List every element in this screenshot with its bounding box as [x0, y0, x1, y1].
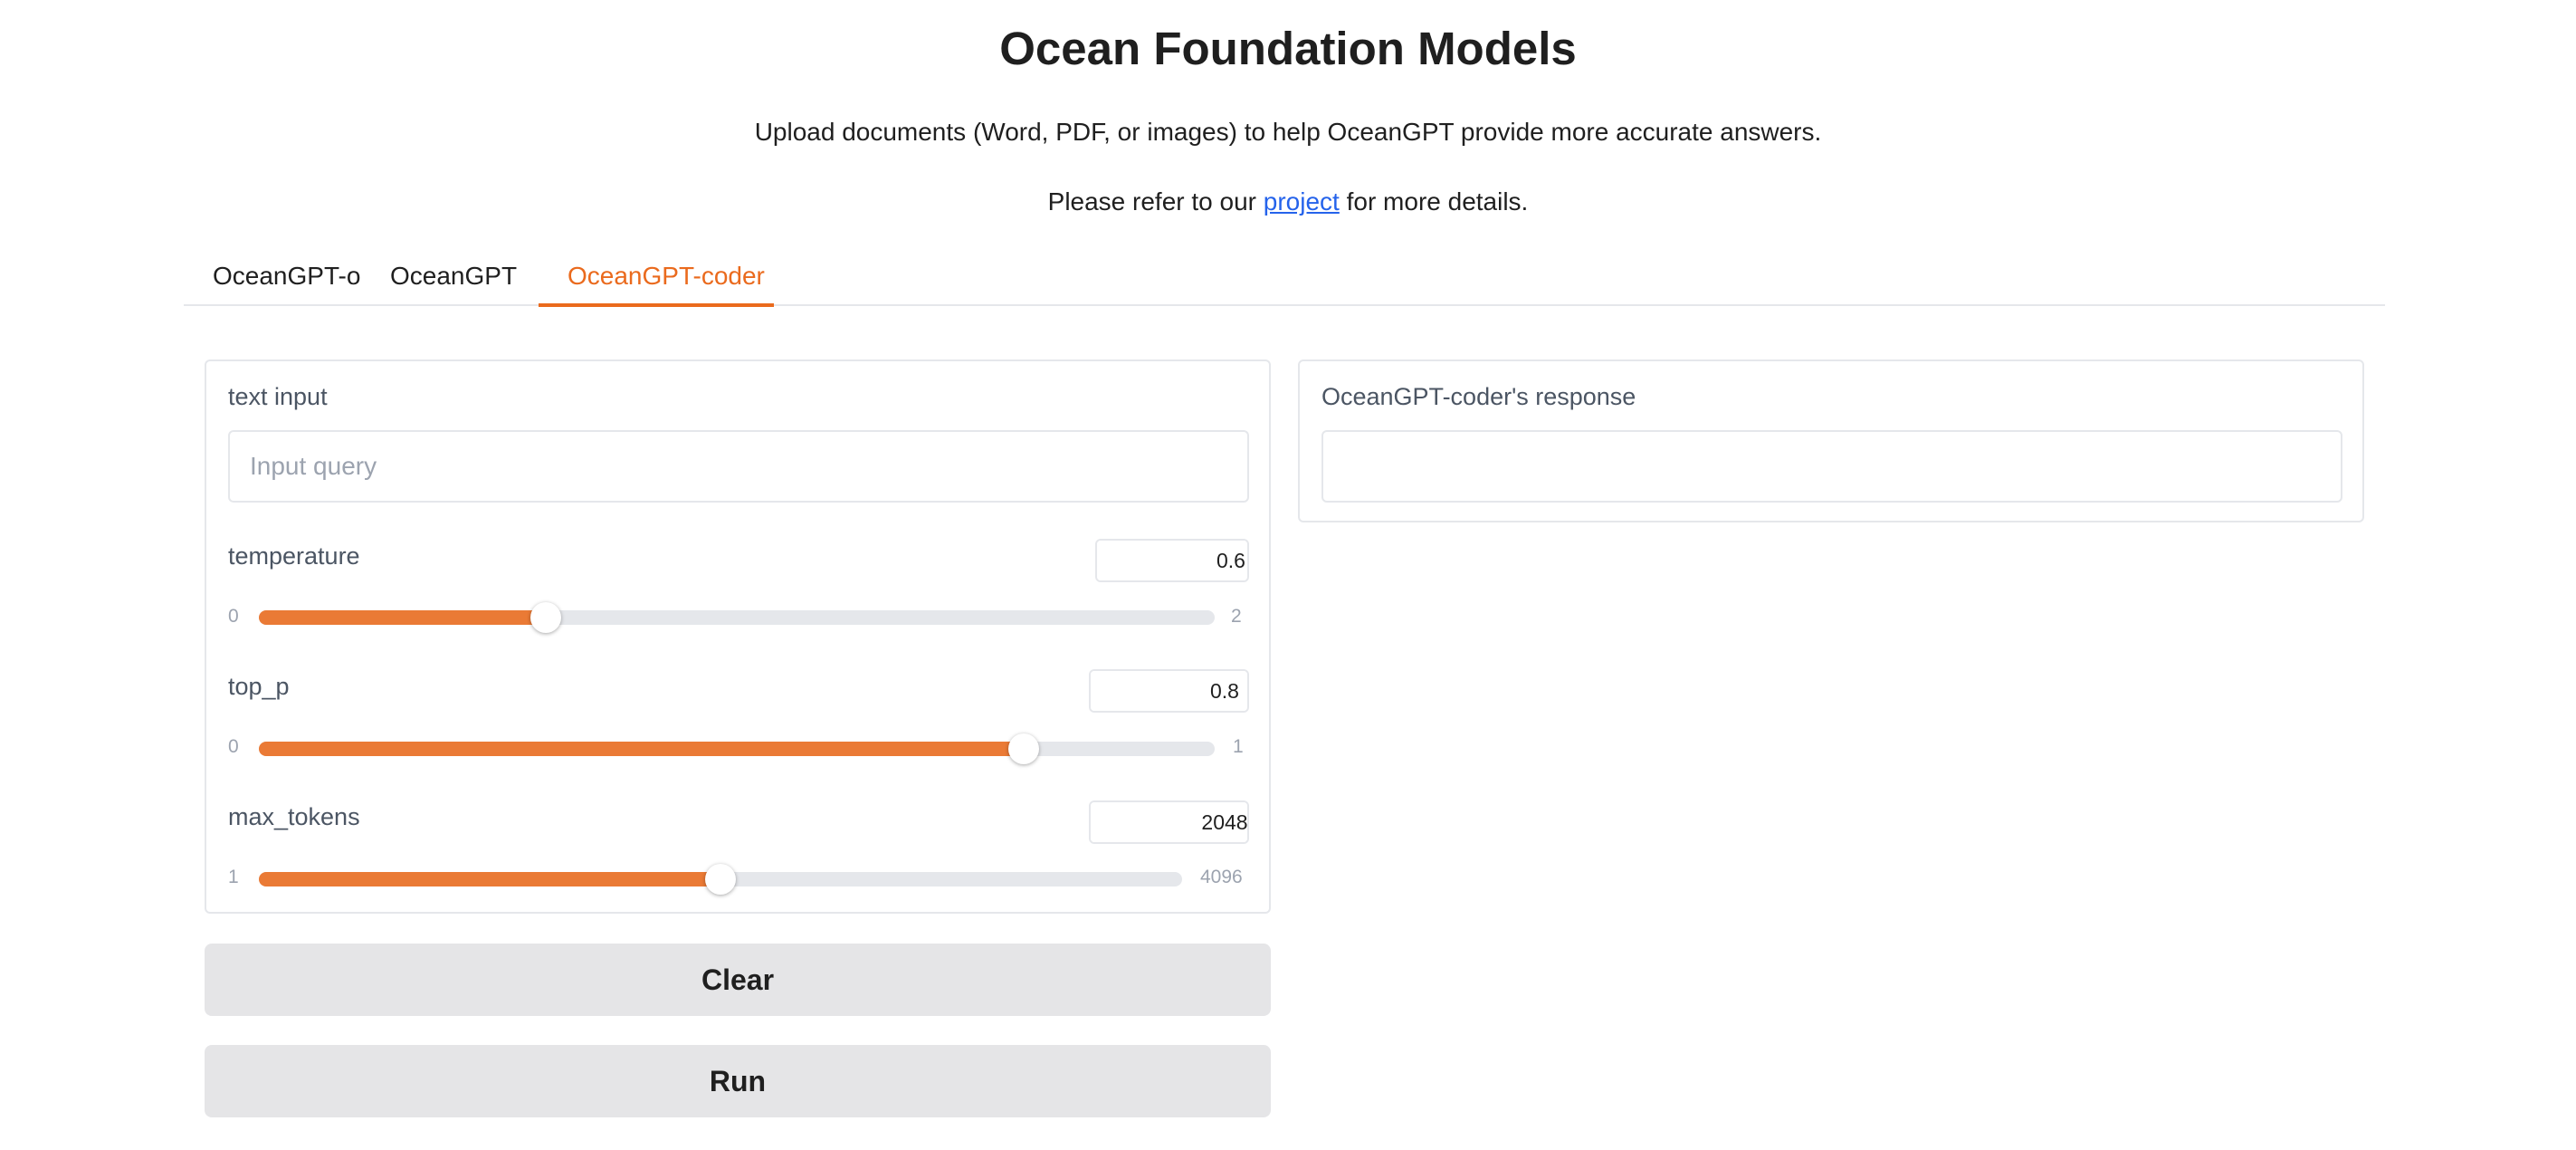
temperature-slider-thumb[interactable] — [530, 602, 561, 633]
tab-oceangpt-o[interactable]: OceanGPT-o — [184, 244, 389, 304]
top-p-label: top_p — [228, 673, 290, 700]
tab-oceangpt[interactable]: OceanGPT — [361, 244, 546, 304]
max-tokens-slider-thumb[interactable] — [705, 864, 736, 895]
temperature-slider-fill — [259, 610, 546, 625]
input-panel: text input temperature 0 2 top_p 0 — [205, 359, 1271, 914]
project-link[interactable]: project — [1264, 187, 1340, 216]
max-tokens-number-input[interactable] — [1091, 802, 1247, 842]
top-p-min-label: 0 — [228, 736, 239, 757]
response-output[interactable] — [1321, 430, 2342, 503]
temperature-number-input[interactable] — [1097, 541, 1247, 580]
temperature-number-group — [1095, 539, 1249, 582]
app-root: Ocean Foundation Models Upload documents… — [0, 0, 2576, 1150]
top-p-max-label: 1 — [1233, 736, 1244, 757]
temperature-min-label: 0 — [228, 606, 239, 627]
top-p-slider-fill — [259, 742, 1024, 756]
refer-prefix: Please refer to our — [1047, 187, 1264, 216]
temperature-max-label: 2 — [1231, 606, 1242, 627]
max-tokens-slider-fill — [259, 872, 720, 886]
page-title: Ocean Foundation Models — [999, 23, 1577, 74]
temperature-slider[interactable] — [259, 602, 1215, 633]
max-tokens-number-group — [1089, 800, 1249, 844]
query-input[interactable] — [228, 430, 1249, 503]
max-tokens-min-label: 1 — [228, 867, 239, 887]
top-p-slider[interactable] — [259, 733, 1215, 764]
temperature-label: temperature — [228, 542, 360, 570]
top-p-number-input[interactable] — [1091, 671, 1247, 711]
output-panel: OceanGPT-coder's response — [1298, 359, 2364, 522]
text-input-label: text input — [228, 383, 328, 410]
project-reference-text: Please refer to our project for more det… — [0, 187, 2576, 216]
max-tokens-slider[interactable] — [259, 864, 1182, 895]
upload-hint-text: Upload documents (Word, PDF, or images) … — [754, 118, 1822, 146]
top-p-number-group — [1089, 669, 1249, 713]
response-label: OceanGPT-coder's response — [1321, 383, 1636, 410]
top-p-slider-thumb[interactable] — [1007, 733, 1039, 764]
max-tokens-max-label: 4096 — [1200, 867, 1243, 887]
clear-button[interactable]: Clear — [205, 944, 1271, 1016]
tab-oceangpt-coder[interactable]: OceanGPT-coder — [539, 244, 774, 307]
refer-suffix: for more details. — [1339, 187, 1529, 216]
max-tokens-label: max_tokens — [228, 803, 360, 830]
model-tab-bar: OceanGPT-o OceanGPT OceanGPT-coder — [184, 244, 2385, 307]
run-button[interactable]: Run — [205, 1045, 1271, 1117]
